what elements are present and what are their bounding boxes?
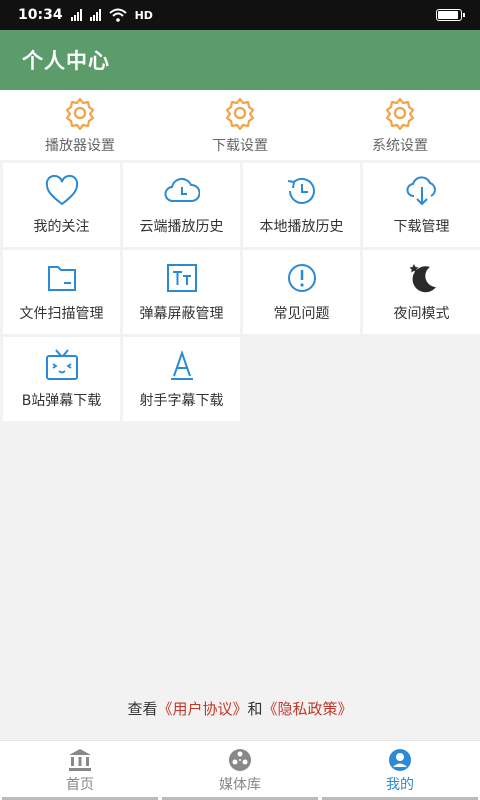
grid-item-download-manager[interactable]: 下载管理: [363, 163, 480, 247]
moon-stars-icon: [409, 264, 436, 293]
letter-a-icon: [170, 349, 193, 380]
text-size-icon: [166, 264, 197, 292]
nav-label: 首页: [66, 776, 94, 793]
gear-icon: [65, 97, 95, 131]
gear-icon: [385, 97, 415, 131]
grid-item-faq[interactable]: 常见问题: [243, 250, 360, 334]
grid-item-follows[interactable]: 我的关注: [3, 163, 120, 247]
tile-label: 夜间模式: [393, 306, 450, 322]
tile-label: 本地播放历史: [259, 219, 344, 235]
bottom-nav: 首页 媒体库 我的: [0, 740, 480, 800]
feature-grid: 我的关注 云端播放历史 本地播放历史 下载管理 文件扫描管理 弹幕屏蔽管理 常见…: [0, 163, 480, 421]
grid-item-cloud-history[interactable]: 云端播放历史: [123, 163, 240, 247]
film-reel-icon: [229, 748, 251, 771]
user-agreement-link[interactable]: 《用户协议》: [157, 700, 247, 718]
grid-item-danmaku-filter[interactable]: 弹幕屏蔽管理: [123, 250, 240, 334]
battery-icon: [436, 9, 465, 21]
wifi-icon: [108, 8, 127, 22]
tile-label: 文件扫描管理: [19, 306, 104, 322]
signal-icon: [70, 9, 82, 21]
page-title: 个人中心: [22, 49, 110, 73]
settings-row: 播放器设置 下载设置 系统设置: [0, 90, 480, 160]
tile-label: 弹幕屏蔽管理: [139, 306, 224, 322]
tile-label: 我的关注: [33, 219, 90, 235]
system-settings-button[interactable]: 系统设置: [320, 90, 480, 160]
setting-label: 下载设置: [212, 138, 268, 154]
app-bar: 个人中心: [0, 30, 480, 90]
tile-label: 云端播放历史: [139, 219, 224, 235]
grid-item-night-mode[interactable]: 夜间模式: [363, 250, 480, 334]
privacy-policy-link[interactable]: 《隐私政策》: [263, 700, 353, 718]
nav-label: 媒体库: [219, 776, 261, 793]
user-circle-icon: [389, 748, 411, 771]
player-settings-button[interactable]: 播放器设置: [0, 90, 160, 160]
grid-item-local-history[interactable]: 本地播放历史: [243, 163, 360, 247]
gear-icon: [225, 97, 255, 131]
heart-icon: [45, 174, 78, 206]
status-time: 10:34: [18, 7, 63, 23]
grid-item-bilibili-danmaku[interactable]: B站弹幕下载: [3, 337, 120, 421]
setting-label: 系统设置: [372, 138, 428, 154]
signal-icon-2: [89, 9, 101, 21]
nav-label: 我的: [386, 776, 414, 793]
grid-item-file-scan[interactable]: 文件扫描管理: [3, 250, 120, 334]
nav-media-library[interactable]: 媒体库: [160, 741, 320, 800]
nav-mine[interactable]: 我的: [320, 741, 480, 800]
tv-icon: [45, 349, 78, 380]
tile-label: 射手字幕下载: [139, 393, 224, 409]
network-type: HD: [134, 8, 153, 22]
history-clock-icon: [287, 177, 315, 204]
tile-label: 常见问题: [273, 306, 330, 322]
agreement-prefix: 查看: [127, 700, 158, 718]
agreement-conjunction: 和: [247, 700, 263, 718]
tile-label: 下载管理: [393, 219, 450, 235]
status-bar: 10:34 HD: [0, 0, 480, 30]
nav-home[interactable]: 首页: [0, 741, 160, 800]
cloud-clock-icon: [164, 177, 200, 202]
exclamation-icon: [287, 264, 316, 292]
grid-item-subtitle-download[interactable]: 射手字幕下载: [123, 337, 240, 421]
cloud-download-icon: [406, 176, 436, 206]
bank-icon: [69, 748, 91, 771]
tile-label: B站弹幕下载: [21, 393, 102, 409]
setting-label: 播放器设置: [45, 138, 115, 154]
agreement-text: 查看《用户协议》和《隐私政策》: [0, 698, 480, 719]
download-settings-button[interactable]: 下载设置: [160, 90, 320, 160]
folder-icon: [47, 266, 76, 291]
